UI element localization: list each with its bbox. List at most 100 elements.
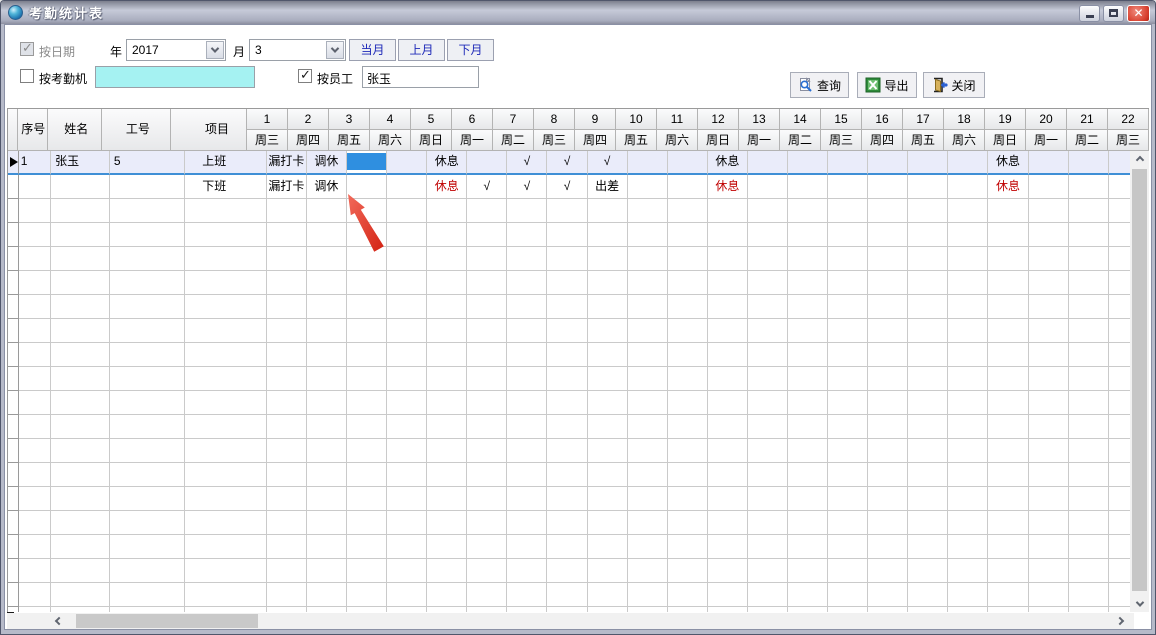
grid-cell[interactable]: [185, 247, 267, 271]
grid-cell[interactable]: [507, 223, 547, 247]
grid-cell[interactable]: [668, 607, 708, 612]
grid-cell[interactable]: [387, 367, 427, 391]
grid-cell[interactable]: [427, 199, 467, 223]
grid-cell[interactable]: [387, 439, 427, 463]
grid-cell[interactable]: [908, 295, 948, 319]
grid-cell[interactable]: [788, 319, 828, 343]
grid-cell[interactable]: [185, 295, 267, 319]
grid-cell[interactable]: [1029, 271, 1069, 295]
grid-cell[interactable]: [1029, 487, 1069, 511]
grid-cell[interactable]: [588, 463, 628, 487]
grid-cell[interactable]: [628, 367, 668, 391]
row-indicator[interactable]: [8, 415, 19, 439]
grid-cell[interactable]: [267, 511, 307, 535]
grid-cell[interactable]: [110, 439, 185, 463]
grid-cell[interactable]: [988, 247, 1028, 271]
grid-cell[interactable]: [427, 319, 467, 343]
grid-cell[interactable]: [788, 175, 828, 199]
grid-cell[interactable]: [51, 247, 110, 271]
grid-cell[interactable]: [267, 487, 307, 511]
grid-cell[interactable]: [708, 295, 748, 319]
grid-cell[interactable]: [110, 559, 185, 583]
grid-cell[interactable]: [748, 439, 788, 463]
row-indicator[interactable]: [8, 175, 19, 199]
grid-cell[interactable]: [868, 391, 908, 415]
grid-cell[interactable]: [307, 415, 347, 439]
grid-cell[interactable]: [51, 511, 110, 535]
row-indicator[interactable]: [8, 535, 19, 559]
grid-cell[interactable]: [547, 295, 587, 319]
grid-cell[interactable]: 出差: [588, 175, 628, 199]
grid-cell[interactable]: [868, 223, 908, 247]
grid-cell[interactable]: [547, 343, 587, 367]
grid-cell[interactable]: [19, 271, 51, 295]
row-indicator[interactable]: [8, 199, 19, 223]
grid-cell[interactable]: √: [547, 175, 587, 199]
grid-cell[interactable]: [948, 487, 988, 511]
grid-cell[interactable]: [467, 511, 507, 535]
grid-cell[interactable]: [110, 391, 185, 415]
scroll-left-button[interactable]: [45, 613, 73, 629]
grid-cell[interactable]: [185, 511, 267, 535]
grid-cell[interactable]: [467, 559, 507, 583]
grid-cell[interactable]: [988, 271, 1028, 295]
grid-cell[interactable]: [788, 151, 828, 175]
grid-cell[interactable]: [547, 271, 587, 295]
grid-cell[interactable]: [908, 247, 948, 271]
grid-cell[interactable]: [427, 295, 467, 319]
grid-cell[interactable]: [427, 607, 467, 612]
grid-cell[interactable]: [467, 391, 507, 415]
grid-cell[interactable]: [110, 607, 185, 612]
grid-cell[interactable]: [948, 223, 988, 247]
grid-cell[interactable]: [387, 199, 427, 223]
grid-cell[interactable]: [547, 247, 587, 271]
grid-cell[interactable]: [748, 487, 788, 511]
grid-cell[interactable]: [828, 175, 868, 199]
grid-cell[interactable]: [828, 559, 868, 583]
grid-cell[interactable]: [1069, 487, 1109, 511]
name-cell[interactable]: [51, 175, 110, 199]
grid-cell[interactable]: [628, 439, 668, 463]
grid-cell[interactable]: [588, 607, 628, 612]
grid-cell[interactable]: [708, 415, 748, 439]
grid-cell[interactable]: [988, 391, 1028, 415]
grid-cell[interactable]: [628, 559, 668, 583]
grid-cell[interactable]: [628, 223, 668, 247]
row-indicator[interactable]: [8, 583, 19, 607]
grid-cell[interactable]: [908, 391, 948, 415]
grid-cell[interactable]: [185, 271, 267, 295]
grid-cell[interactable]: [748, 247, 788, 271]
grid-cell[interactable]: [868, 487, 908, 511]
by-date-checkbox[interactable]: [20, 42, 34, 56]
grid-cell[interactable]: [708, 271, 748, 295]
grid-cell[interactable]: [908, 367, 948, 391]
grid-cell[interactable]: [828, 343, 868, 367]
grid-cell[interactable]: [788, 343, 828, 367]
grid-cell[interactable]: [307, 439, 347, 463]
grid-cell[interactable]: [1069, 415, 1109, 439]
grid-cell[interactable]: [387, 223, 427, 247]
grid-cell[interactable]: [307, 295, 347, 319]
grid-cell[interactable]: [748, 199, 788, 223]
grid-cell[interactable]: [1069, 391, 1109, 415]
grid-cell[interactable]: [507, 367, 547, 391]
grid-cell[interactable]: [748, 343, 788, 367]
year-select[interactable]: 2017: [126, 39, 226, 61]
grid-cell[interactable]: [708, 463, 748, 487]
grid-cell[interactable]: [1069, 319, 1109, 343]
grid-cell[interactable]: [588, 367, 628, 391]
grid-cell[interactable]: [908, 199, 948, 223]
grid-cell[interactable]: [267, 439, 307, 463]
grid-cell[interactable]: [185, 535, 267, 559]
grid-cell[interactable]: [51, 559, 110, 583]
grid-cell[interactable]: [387, 415, 427, 439]
grid-cell[interactable]: [1069, 199, 1109, 223]
grid-cell[interactable]: [267, 271, 307, 295]
current-month-button[interactable]: 当月: [349, 39, 396, 61]
grid-cell[interactable]: [110, 223, 185, 247]
grid-cell[interactable]: [708, 511, 748, 535]
grid-cell[interactable]: [387, 343, 427, 367]
grid-cell[interactable]: [748, 559, 788, 583]
grid-cell[interactable]: [708, 535, 748, 559]
grid-cell[interactable]: [387, 559, 427, 583]
